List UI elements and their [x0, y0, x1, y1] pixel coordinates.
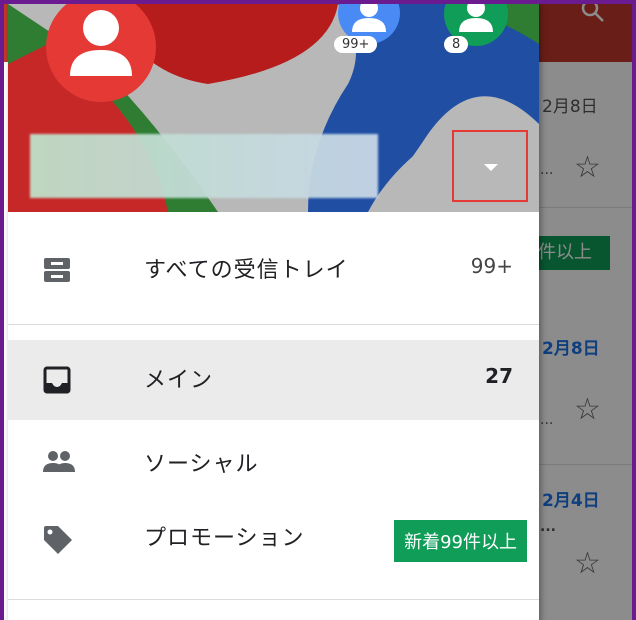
drawer-item-social[interactable]: ソーシャル: [8, 424, 539, 500]
divider: [8, 599, 539, 600]
unread-count: 27: [485, 364, 513, 388]
account-switcher-button[interactable]: [452, 130, 528, 202]
tag-icon: [42, 524, 72, 554]
account-name-redacted: [30, 134, 378, 198]
inbox-icon: [42, 366, 72, 394]
divider: [8, 324, 539, 325]
people-icon: [42, 448, 75, 476]
account-unread-badge: 99+: [334, 36, 378, 53]
person-icon: [70, 10, 132, 76]
account-header: 99+ 8: [8, 4, 539, 212]
new-count-badge: 新着99件以上: [394, 520, 527, 562]
avatar[interactable]: [46, 4, 156, 102]
all-inboxes-icon: [42, 256, 72, 284]
drawer-item-label: メイン: [144, 368, 214, 393]
navigation-drawer: 99+ 8 すべての受信トレイ 99+ メイン 27 ソーシャル プロモーション…: [8, 4, 539, 620]
drawer-item-label: すべての受信トレイ: [144, 258, 349, 283]
drawer-item-promotions[interactable]: プロモーション 新着99件以上: [8, 500, 539, 580]
drawer-item-all-inboxes[interactable]: すべての受信トレイ 99+: [8, 230, 539, 310]
drawer-item-primary[interactable]: メイン 27: [8, 340, 539, 420]
unread-count: 99+: [470, 254, 513, 278]
caret-down-icon: [484, 164, 498, 171]
scrim-overlay[interactable]: [539, 4, 632, 620]
screen-frame: 2月8日 ... ☆ 件以上 2月8日 ... ☆ 2月4日 ... ☆ 99+…: [0, 0, 636, 620]
drawer-item-label: プロモーション: [144, 526, 305, 551]
drawer-item-label: ソーシャル: [144, 452, 259, 477]
account-unread-badge: 8: [444, 36, 469, 53]
